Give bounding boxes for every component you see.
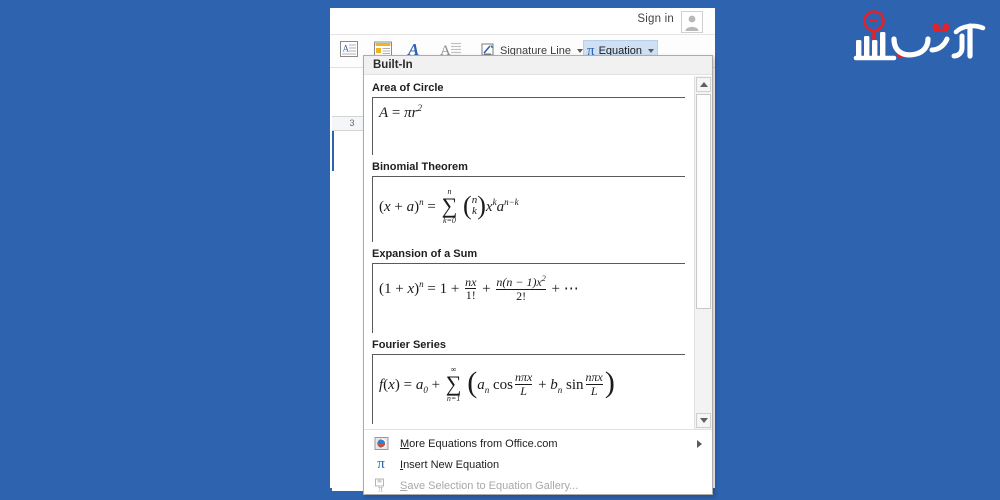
office-globe-icon: [372, 436, 390, 452]
menu-item-save-selection-to-equation-gallery: π SSave Selection to Equation Gallery...…: [364, 475, 712, 496]
text-box-icon: A: [339, 39, 359, 64]
equation-chevron-down-icon[interactable]: [648, 49, 655, 53]
menu-item-insert-new-equation[interactable]: π IInsert New Equationnsert New Equation: [364, 454, 712, 475]
gallery-item-preview[interactable]: (1 + x)n = 1 + nx 1! + n(n − 1)x2 2! + ⋯: [372, 263, 685, 333]
sign-in-link[interactable]: Sign in: [637, 13, 674, 25]
gallery-item-title: Binomial Theorem: [372, 161, 468, 173]
titlebar: Sign in: [330, 8, 715, 35]
gallery-section-header: Built-In: [364, 56, 712, 75]
menu-item-label: SSave Selection to Equation Gallery...av…: [400, 479, 579, 492]
gallery-item-expansion-of-a-sum[interactable]: Expansion of a Sum (1 + x)n = 1 + nx 1! +…: [364, 248, 695, 333]
ruler-mark: 3: [349, 118, 355, 128]
gallery-item-preview[interactable]: A = πr2: [372, 97, 685, 155]
save-equation-icon: π: [372, 478, 390, 494]
gallery-item-title: Fourier Series: [372, 339, 446, 351]
scroll-down-arrow-icon[interactable]: [696, 413, 711, 428]
gallery-item-title: Area of Circle: [372, 82, 444, 94]
gallery-scroll-area[interactable]: Area of Circle A = πr2 Binomial Theorem …: [364, 76, 695, 429]
pi-icon: π: [377, 456, 385, 472]
menu-item-more-equations[interactable]: MMore Equations from Office.comore Equat…: [364, 433, 712, 454]
equation-area-of-circle: A = πr2: [379, 103, 422, 121]
gallery-item-title: Expansion of a Sum: [372, 248, 478, 260]
equation-fourier-series: f(x) = a0 + ∞ ∑ n=1 (an cos nπx L + bn sin…: [379, 365, 615, 403]
word-window: Sign in A A A Signature Line π Equation …: [330, 8, 715, 495]
screenshot-root: Sign in A A A Signature Line π Equation …: [0, 0, 1000, 500]
aksbaba-logo: [850, 6, 990, 68]
svg-text:π: π: [378, 484, 383, 493]
gallery-item-preview[interactable]: f(x) = a0 + ∞ ∑ n=1 (an cos nπx L + bn sin…: [372, 354, 685, 424]
menu-item-label: IInsert New Equationnsert New Equation: [400, 458, 500, 471]
gallery-item-fourier-series[interactable]: Fourier Series f(x) = a0 + ∞ ∑ n=1 (an c…: [364, 339, 695, 424]
gallery-item-binomial-theorem[interactable]: Binomial Theorem (x + a)n = n ∑ k=0 (n k)…: [364, 161, 695, 242]
equation-expansion-of-a-sum: (1 + x)n = 1 + nx 1! + n(n − 1)x2 2! + ⋯: [379, 274, 579, 303]
scroll-up-arrow-icon[interactable]: [696, 77, 711, 92]
account-avatar[interactable]: [681, 11, 703, 33]
gallery-item-preview[interactable]: (x + a)n = n ∑ k=0 (n k)xkan−k: [372, 176, 685, 242]
menu-item-label: MMore Equations from Office.comore Equat…: [400, 437, 558, 450]
submenu-arrow-icon[interactable]: [697, 439, 702, 448]
svg-text:A: A: [343, 43, 350, 53]
equation-gallery-dropdown: Built-In Area of Circle A = πr2 Binomial…: [363, 55, 713, 495]
gallery-footer-menu: MMore Equations from Office.comore Equat…: [364, 429, 712, 494]
text-box-button[interactable]: A: [336, 38, 362, 64]
gallery-scrollbar[interactable]: [694, 76, 712, 429]
scroll-thumb[interactable]: [696, 94, 711, 309]
equation-binomial-theorem: (x + a)n = n ∑ k=0 (n k)xkan−k: [379, 187, 519, 225]
gallery-item-area-of-circle[interactable]: Area of Circle A = πr2: [364, 82, 695, 155]
